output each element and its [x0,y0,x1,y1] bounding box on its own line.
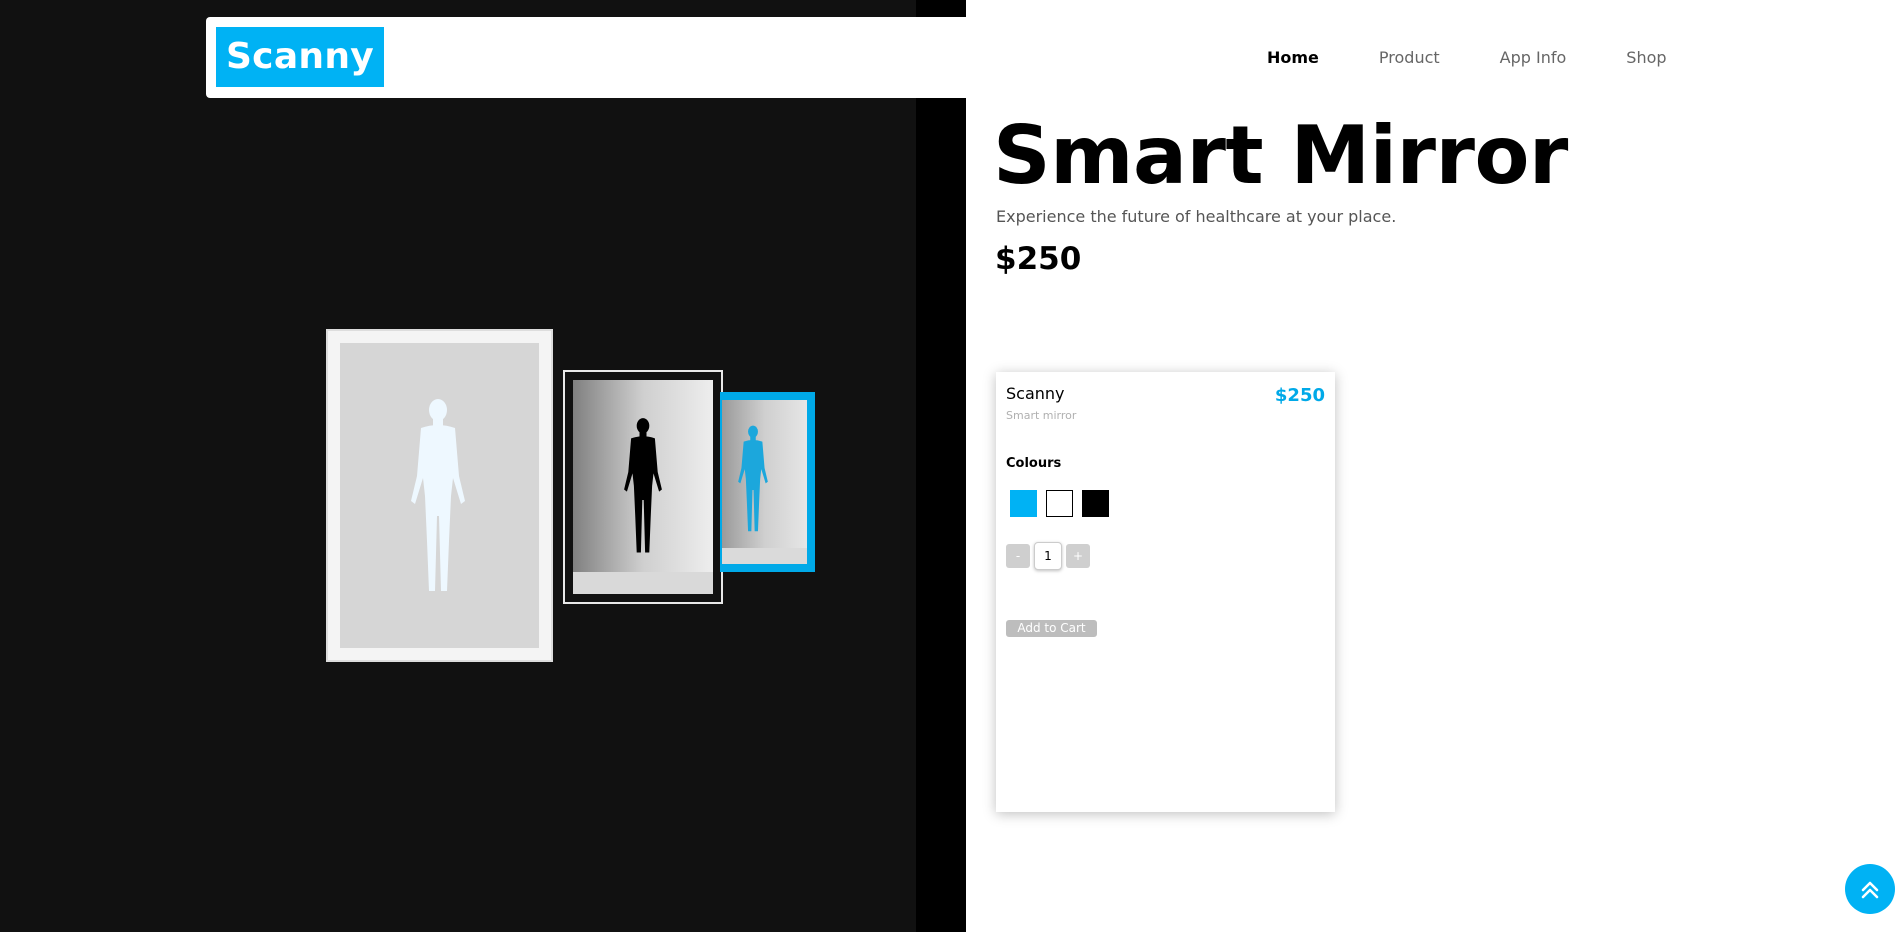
colour-swatch-black[interactable] [1082,490,1109,517]
logo[interactable]: Scanny [216,27,384,87]
mirror-base [722,548,807,564]
scroll-to-top-button[interactable] [1845,864,1895,914]
colour-swatch-blue[interactable] [1010,490,1037,517]
mirror-image-blue [720,392,815,572]
human-figure-icon [411,399,465,591]
product-name: Scanny [1006,384,1065,403]
hero-price: $250 [995,241,1082,277]
product-subtitle: Smart mirror [1006,409,1077,422]
product-card: Scanny Smart mirror $250 Colours - 1 + A… [996,372,1335,812]
product-price: $250 [1274,385,1325,406]
divider-strip [916,0,966,932]
nav-item-app-info[interactable]: App Info [1500,48,1567,68]
double-chevron-up-icon [1861,881,1879,899]
nav-item-product[interactable]: Product [1379,48,1440,68]
page-subtitle: Experience the future of healthcare at y… [996,207,1397,226]
mirror-image-black [563,370,723,604]
human-figure-icon [738,425,768,532]
nav-item-shop[interactable]: Shop [1626,48,1666,68]
quantity-increment-button[interactable]: + [1066,544,1090,568]
add-to-cart-button[interactable]: Add to Cart [1006,620,1097,637]
human-figure-icon [624,418,662,553]
page-title: Smart Mirror [993,109,1568,202]
quantity-input[interactable]: 1 [1034,542,1062,570]
nav-item-home[interactable]: Home [1267,48,1319,68]
mirror-image-white [326,329,553,662]
colour-swatch-white[interactable] [1046,490,1073,517]
mirror-base [573,572,713,594]
colours-label: Colours [1006,456,1062,471]
main-nav: Home Product App Info Shop [1267,48,1727,68]
quantity-decrement-button[interactable]: - [1006,544,1030,568]
